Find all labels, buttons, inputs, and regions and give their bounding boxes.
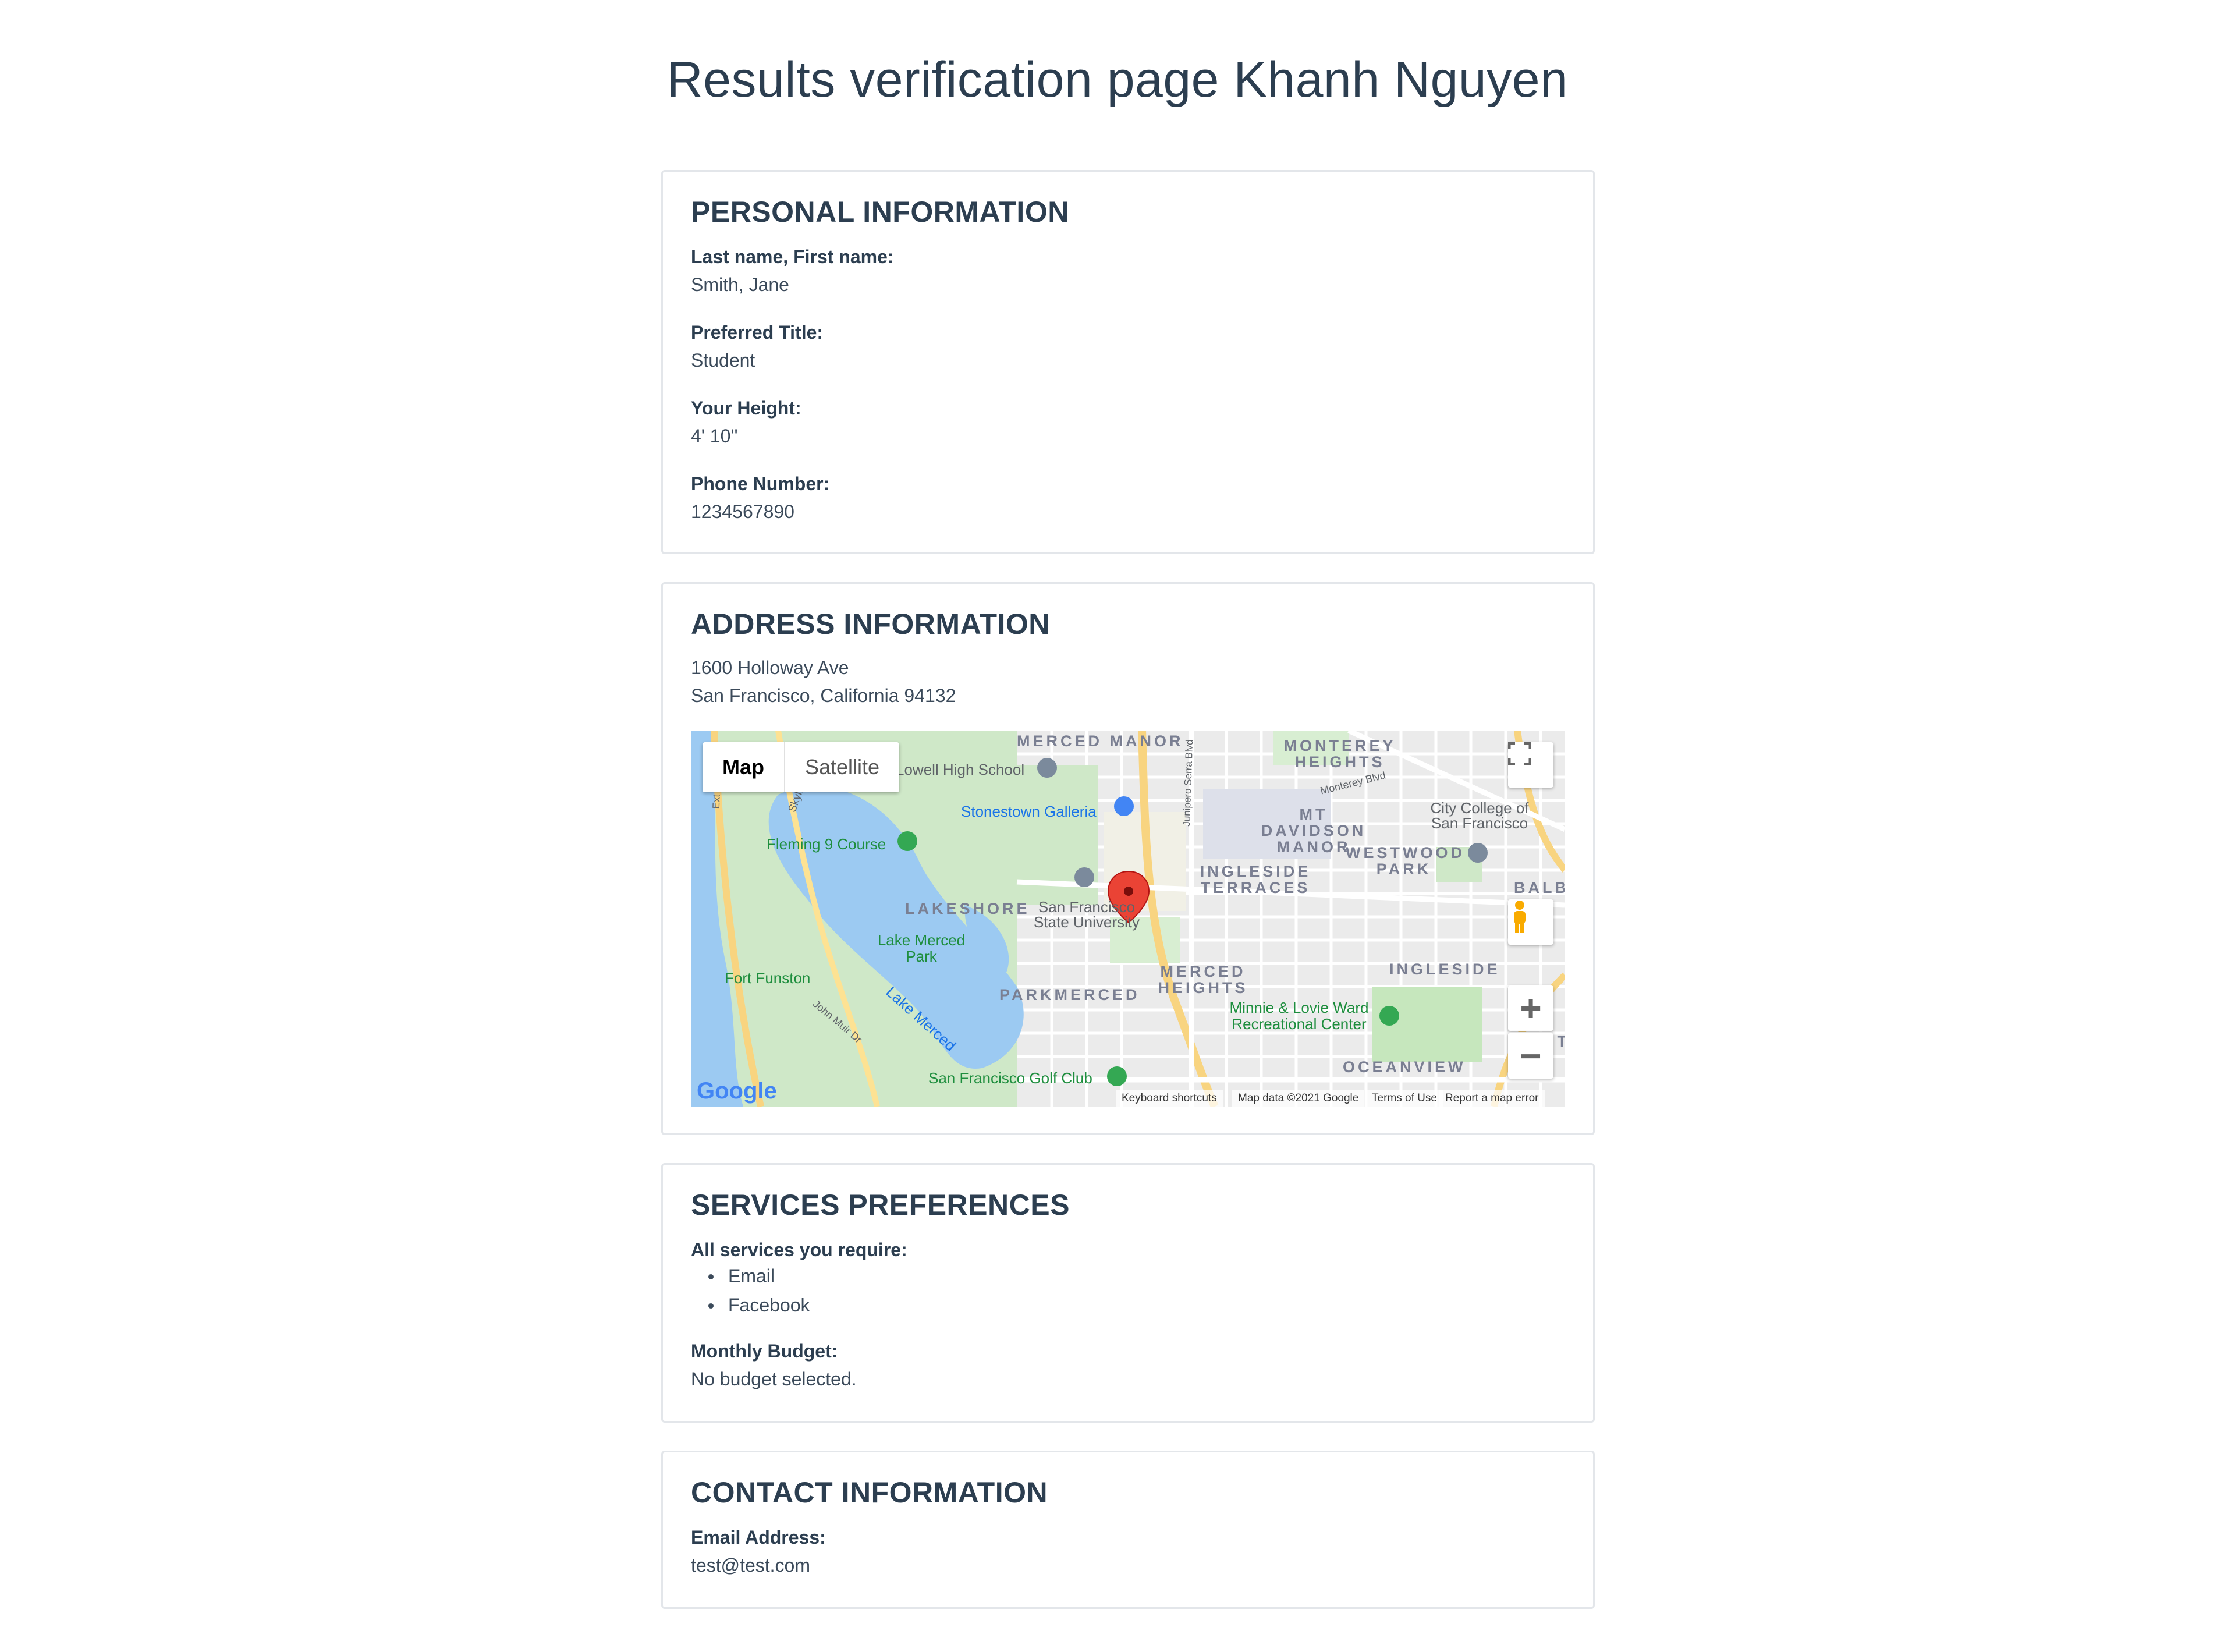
address-line1: 1600 Holloway Ave	[691, 657, 849, 678]
map-label-ext: Ext	[710, 794, 722, 809]
map-label-lakeshore: LAKESHORE	[905, 900, 1030, 917]
map-label-city-college: City College of San Francisco	[1430, 799, 1529, 832]
street-view-pegman[interactable]	[1508, 899, 1553, 945]
personal-information-card: PERSONAL INFORMATION Last name, First na…	[661, 170, 1595, 554]
page-title: Results verification page Khanh Nguyen	[666, 52, 1569, 108]
terms-of-use-link[interactable]: Terms of Use	[1366, 1090, 1443, 1107]
report-map-error-link[interactable]: Report a map error	[1439, 1090, 1545, 1107]
address-information-card: ADDRESS INFORMATION 1600 Holloway Ave Sa…	[661, 582, 1595, 1135]
map-label-sfsu: San Francisco State University	[1033, 898, 1140, 931]
map-label-lake-merced-park: Lake Merced Park	[877, 931, 966, 965]
map-label-minnie: Minnie & Lovie Ward Recreational Center	[1229, 999, 1369, 1033]
map-label-monterey-heights: MONTEREY HEIGHTS	[1283, 737, 1396, 771]
list-item: Email	[691, 1261, 810, 1291]
map-type-control: Map Satellite	[703, 742, 900, 792]
map-label-westwood: WESTWOOD PARK	[1346, 844, 1465, 878]
phone-value: 1234567890	[691, 501, 794, 522]
services-preferences-heading: SERVICES PREFERENCES	[691, 1189, 1070, 1221]
services-preferences-card: SERVICES PREFERENCES All services you re…	[661, 1163, 1595, 1423]
map-data-attribution: Map data ©2021 Google	[1232, 1090, 1365, 1107]
fullscreen-icon	[1508, 742, 1531, 765]
contact-information-heading: CONTACT INFORMATION	[691, 1476, 1048, 1509]
name-value: Smith, Jane	[691, 274, 789, 295]
map-label-balb: BALB	[1514, 879, 1565, 896]
email-label: Email Address:	[691, 1527, 826, 1548]
map-label-lowell: Lowell High School	[896, 761, 1025, 778]
map-label-stonestown: Stonestown Galleria	[961, 803, 1097, 820]
zoom-out-button[interactable]: −	[1508, 1032, 1553, 1079]
fullscreen-button[interactable]	[1508, 742, 1553, 788]
map-type-satellite-button[interactable]: Satellite	[785, 742, 899, 792]
height-value: 4' 10''	[691, 426, 738, 446]
google-logo[interactable]: Google	[697, 1078, 777, 1104]
address-map[interactable]: MERCED MANOR MONTEREY HEIGHTS Monterey B…	[691, 731, 1565, 1107]
map-label-parkmerced: PARKMERCED	[999, 986, 1140, 1004]
personal-information-heading: PERSONAL INFORMATION	[691, 196, 1069, 228]
phone-label: Phone Number:	[691, 473, 830, 494]
pegman-icon	[1514, 901, 1526, 933]
services-list-label: All services you require:	[691, 1239, 907, 1260]
title-label: Preferred Title:	[691, 322, 824, 343]
services-list: Email Facebook	[691, 1261, 810, 1320]
map-label-fort-funston: Fort Funston	[725, 969, 811, 987]
address-line2: San Francisco, California 94132	[691, 685, 956, 706]
contact-information-card: CONTACT INFORMATION Email Address: test@…	[661, 1451, 1595, 1609]
map-type-map-button[interactable]: Map	[703, 742, 785, 792]
map-label-merced-manor: MERCED MANOR	[1017, 732, 1184, 750]
map-label-ingleside: INGLESIDE	[1389, 960, 1500, 978]
list-item: Facebook	[691, 1291, 810, 1320]
title-value: Student	[691, 350, 755, 371]
name-label: Last name, First name:	[691, 246, 894, 267]
map-label-oceanview: OCEANVIEW	[1343, 1058, 1466, 1076]
height-label: Your Height:	[691, 398, 801, 419]
map-label-fleming: Fleming 9 Course	[767, 835, 886, 853]
email-value: test@test.com	[691, 1555, 810, 1576]
map-label-merced-heights: MERCED HEIGHTS	[1158, 963, 1248, 997]
map-label-ingleside-terraces: INGLESIDE TERRACES	[1200, 863, 1311, 896]
keyboard-shortcuts-link[interactable]: Keyboard shortcuts	[1116, 1090, 1223, 1107]
map-label-sf-golf: San Francisco Golf Club	[928, 1069, 1092, 1087]
budget-label: Monthly Budget:	[691, 1341, 838, 1362]
zoom-in-button[interactable]: +	[1508, 985, 1553, 1031]
budget-value: No budget selected.	[691, 1369, 857, 1389]
address-information-heading: ADDRESS INFORMATION	[691, 608, 1050, 640]
